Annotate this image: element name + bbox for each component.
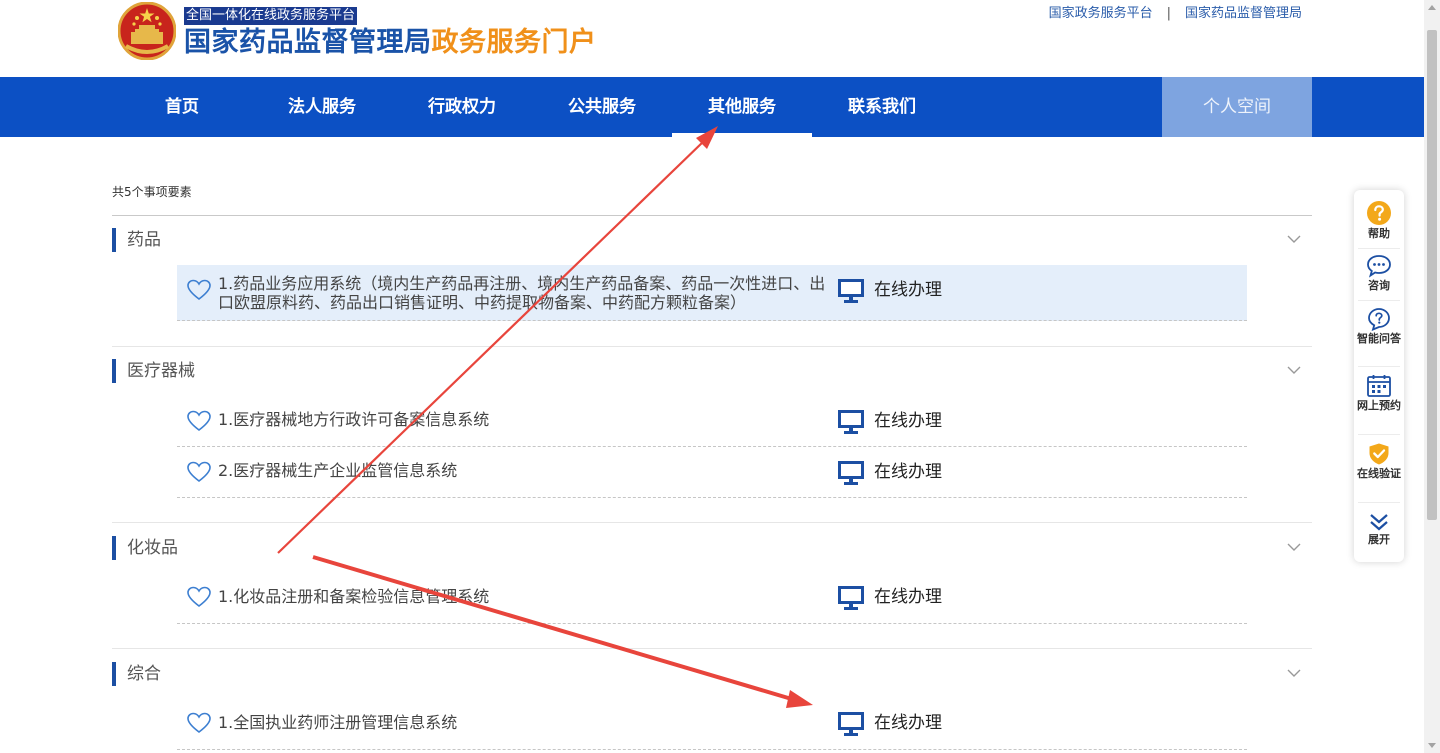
section-accent-bar — [112, 359, 116, 383]
help-button[interactable]: 帮助 — [1354, 200, 1404, 240]
shield-check-icon — [1369, 443, 1389, 465]
consult-button[interactable]: 咨询 — [1354, 254, 1404, 292]
section-header-drugs[interactable]: 药品 — [112, 227, 1312, 253]
item-title[interactable]: 1.全国执业药师注册管理信息系统 — [218, 713, 838, 732]
section-accent-bar — [112, 228, 116, 252]
monitor-icon — [838, 461, 864, 485]
scroll-up-arrow-icon[interactable] — [1424, 0, 1440, 16]
calendar-icon — [1367, 375, 1391, 397]
smart-qa-label: 智能问答 — [1357, 332, 1401, 345]
heart-favorite-icon[interactable] — [186, 460, 212, 484]
monitor-icon — [838, 410, 864, 434]
heart-favorite-icon[interactable] — [186, 585, 212, 609]
section-title: 化妆品 — [127, 538, 178, 558]
list-item: 1.医疗器械地方行政许可备案信息系统 在线办理 — [177, 396, 1247, 447]
section-header-comprehensive[interactable]: 综合 — [112, 661, 1312, 687]
heart-favorite-icon[interactable] — [186, 409, 212, 433]
online-booking-label: 网上预约 — [1357, 399, 1401, 412]
main-nav: 首页 法人服务 行政权力 公共服务 其他服务 联系我们 个人空间 — [0, 77, 1424, 137]
scrollbar-thumb[interactable] — [1427, 30, 1437, 520]
side-toolbar-divider — [1358, 434, 1400, 435]
consult-label: 咨询 — [1368, 279, 1390, 292]
smart-qa-icon — [1368, 308, 1390, 331]
site-title-accent: 政务服务门户 — [431, 27, 597, 58]
platform-tag: 全国一体化在线政务服务平台 — [184, 7, 358, 25]
item-title[interactable]: 1.药品业务应用系统（境内生产药品再注册、境内生产药品备案、药品一次性进口、出口… — [218, 274, 838, 312]
item-count-label: 共5个事项要素 — [112, 185, 192, 199]
nav-item-public-services[interactable]: 公共服务 — [532, 77, 672, 137]
section-header-cosmetics[interactable]: 化妆品 — [112, 535, 1312, 561]
online-verify-label: 在线验证 — [1357, 467, 1401, 480]
top-links: 国家政务服务平台 | 国家药品监督管理局 — [1049, 5, 1302, 23]
side-toolbar: 帮助 咨询 智能问答 网上预约 在线验证 展开 — [1354, 190, 1404, 562]
nav-item-contact-us[interactable]: 联系我们 — [812, 77, 952, 137]
list-item: 1.化妆品注册和备案检验信息管理系统 在线办理 — [177, 572, 1247, 624]
section-title: 综合 — [127, 664, 161, 684]
chevron-down-icon[interactable] — [1286, 364, 1302, 376]
top-divider — [112, 215, 1312, 216]
help-icon — [1367, 201, 1391, 225]
site-title[interactable]: 国家药品监督管理局政务服务门户 — [184, 25, 597, 61]
side-toolbar-divider — [1358, 300, 1400, 301]
section-title: 医疗器械 — [127, 361, 195, 381]
list-item: 2.医疗器械生产企业监管信息系统 在线办理 — [177, 447, 1247, 498]
personal-space-button[interactable]: 个人空间 — [1162, 77, 1312, 137]
section-header-medical-devices[interactable]: 医疗器械 — [112, 358, 1312, 384]
item-title[interactable]: 1.化妆品注册和备案检验信息管理系统 — [218, 587, 838, 606]
double-chevron-down-icon — [1370, 514, 1388, 531]
help-label: 帮助 — [1368, 227, 1390, 240]
online-booking-button[interactable]: 网上预约 — [1354, 374, 1404, 412]
list-item: 1.全国执业药师注册管理信息系统 在线办理 — [177, 698, 1247, 750]
link-national-platform[interactable]: 国家政务服务平台 — [1049, 6, 1153, 21]
monitor-icon — [838, 712, 864, 736]
section-divider — [112, 346, 1312, 347]
expand-button[interactable]: 展开 — [1354, 512, 1404, 546]
online-verify-button[interactable]: 在线验证 — [1354, 442, 1404, 480]
online-handle-label: 在线办理 — [874, 411, 942, 431]
scroll-down-arrow-icon[interactable] — [1424, 737, 1440, 753]
nav-item-legal-services[interactable]: 法人服务 — [252, 77, 392, 137]
side-toolbar-divider — [1358, 366, 1400, 367]
national-emblem-icon — [118, 2, 176, 60]
site-title-main: 国家药品监督管理局 — [184, 27, 432, 58]
online-handle-label: 在线办理 — [874, 462, 942, 482]
link-nmpa[interactable]: 国家药品监督管理局 — [1185, 6, 1302, 21]
item-title[interactable]: 2.医疗器械生产企业监管信息系统 — [218, 461, 838, 480]
side-toolbar-divider — [1358, 248, 1400, 249]
section-accent-bar — [112, 536, 116, 560]
link-separator: | — [1166, 6, 1171, 21]
section-title: 药品 — [127, 230, 161, 250]
chevron-down-icon[interactable] — [1286, 233, 1302, 245]
list-item: 1.药品业务应用系统（境内生产药品再注册、境内生产药品备案、药品一次性进口、出口… — [177, 265, 1247, 321]
chat-icon — [1367, 255, 1391, 278]
section-divider — [112, 648, 1312, 649]
page: 全国一体化在线政务服务平台 国家药品监督管理局政务服务门户 国家政务服务平台 | 国… — [0, 0, 1440, 753]
nav-item-home[interactable]: 首页 — [112, 77, 252, 137]
expand-label: 展开 — [1368, 533, 1390, 546]
chevron-down-icon[interactable] — [1286, 541, 1302, 553]
monitor-icon — [838, 586, 864, 610]
section-divider — [112, 522, 1312, 523]
section-accent-bar — [112, 662, 116, 686]
side-toolbar-divider — [1358, 502, 1400, 503]
online-handle-label: 在线办理 — [874, 713, 942, 733]
item-title[interactable]: 1.医疗器械地方行政许可备案信息系统 — [218, 410, 838, 429]
site-header: 全国一体化在线政务服务平台 国家药品监督管理局政务服务门户 国家政务服务平台 | 国… — [0, 0, 1424, 77]
smart-qa-button[interactable]: 智能问答 — [1354, 307, 1404, 345]
online-handle-label: 在线办理 — [874, 280, 942, 300]
online-handle-label: 在线办理 — [874, 587, 942, 607]
heart-favorite-icon[interactable] — [186, 711, 212, 735]
nav-item-other-services[interactable]: 其他服务 — [672, 77, 812, 137]
monitor-icon — [838, 279, 864, 303]
heart-favorite-icon[interactable] — [186, 278, 212, 302]
nav-item-admin-power[interactable]: 行政权力 — [392, 77, 532, 137]
chevron-down-icon[interactable] — [1286, 667, 1302, 679]
